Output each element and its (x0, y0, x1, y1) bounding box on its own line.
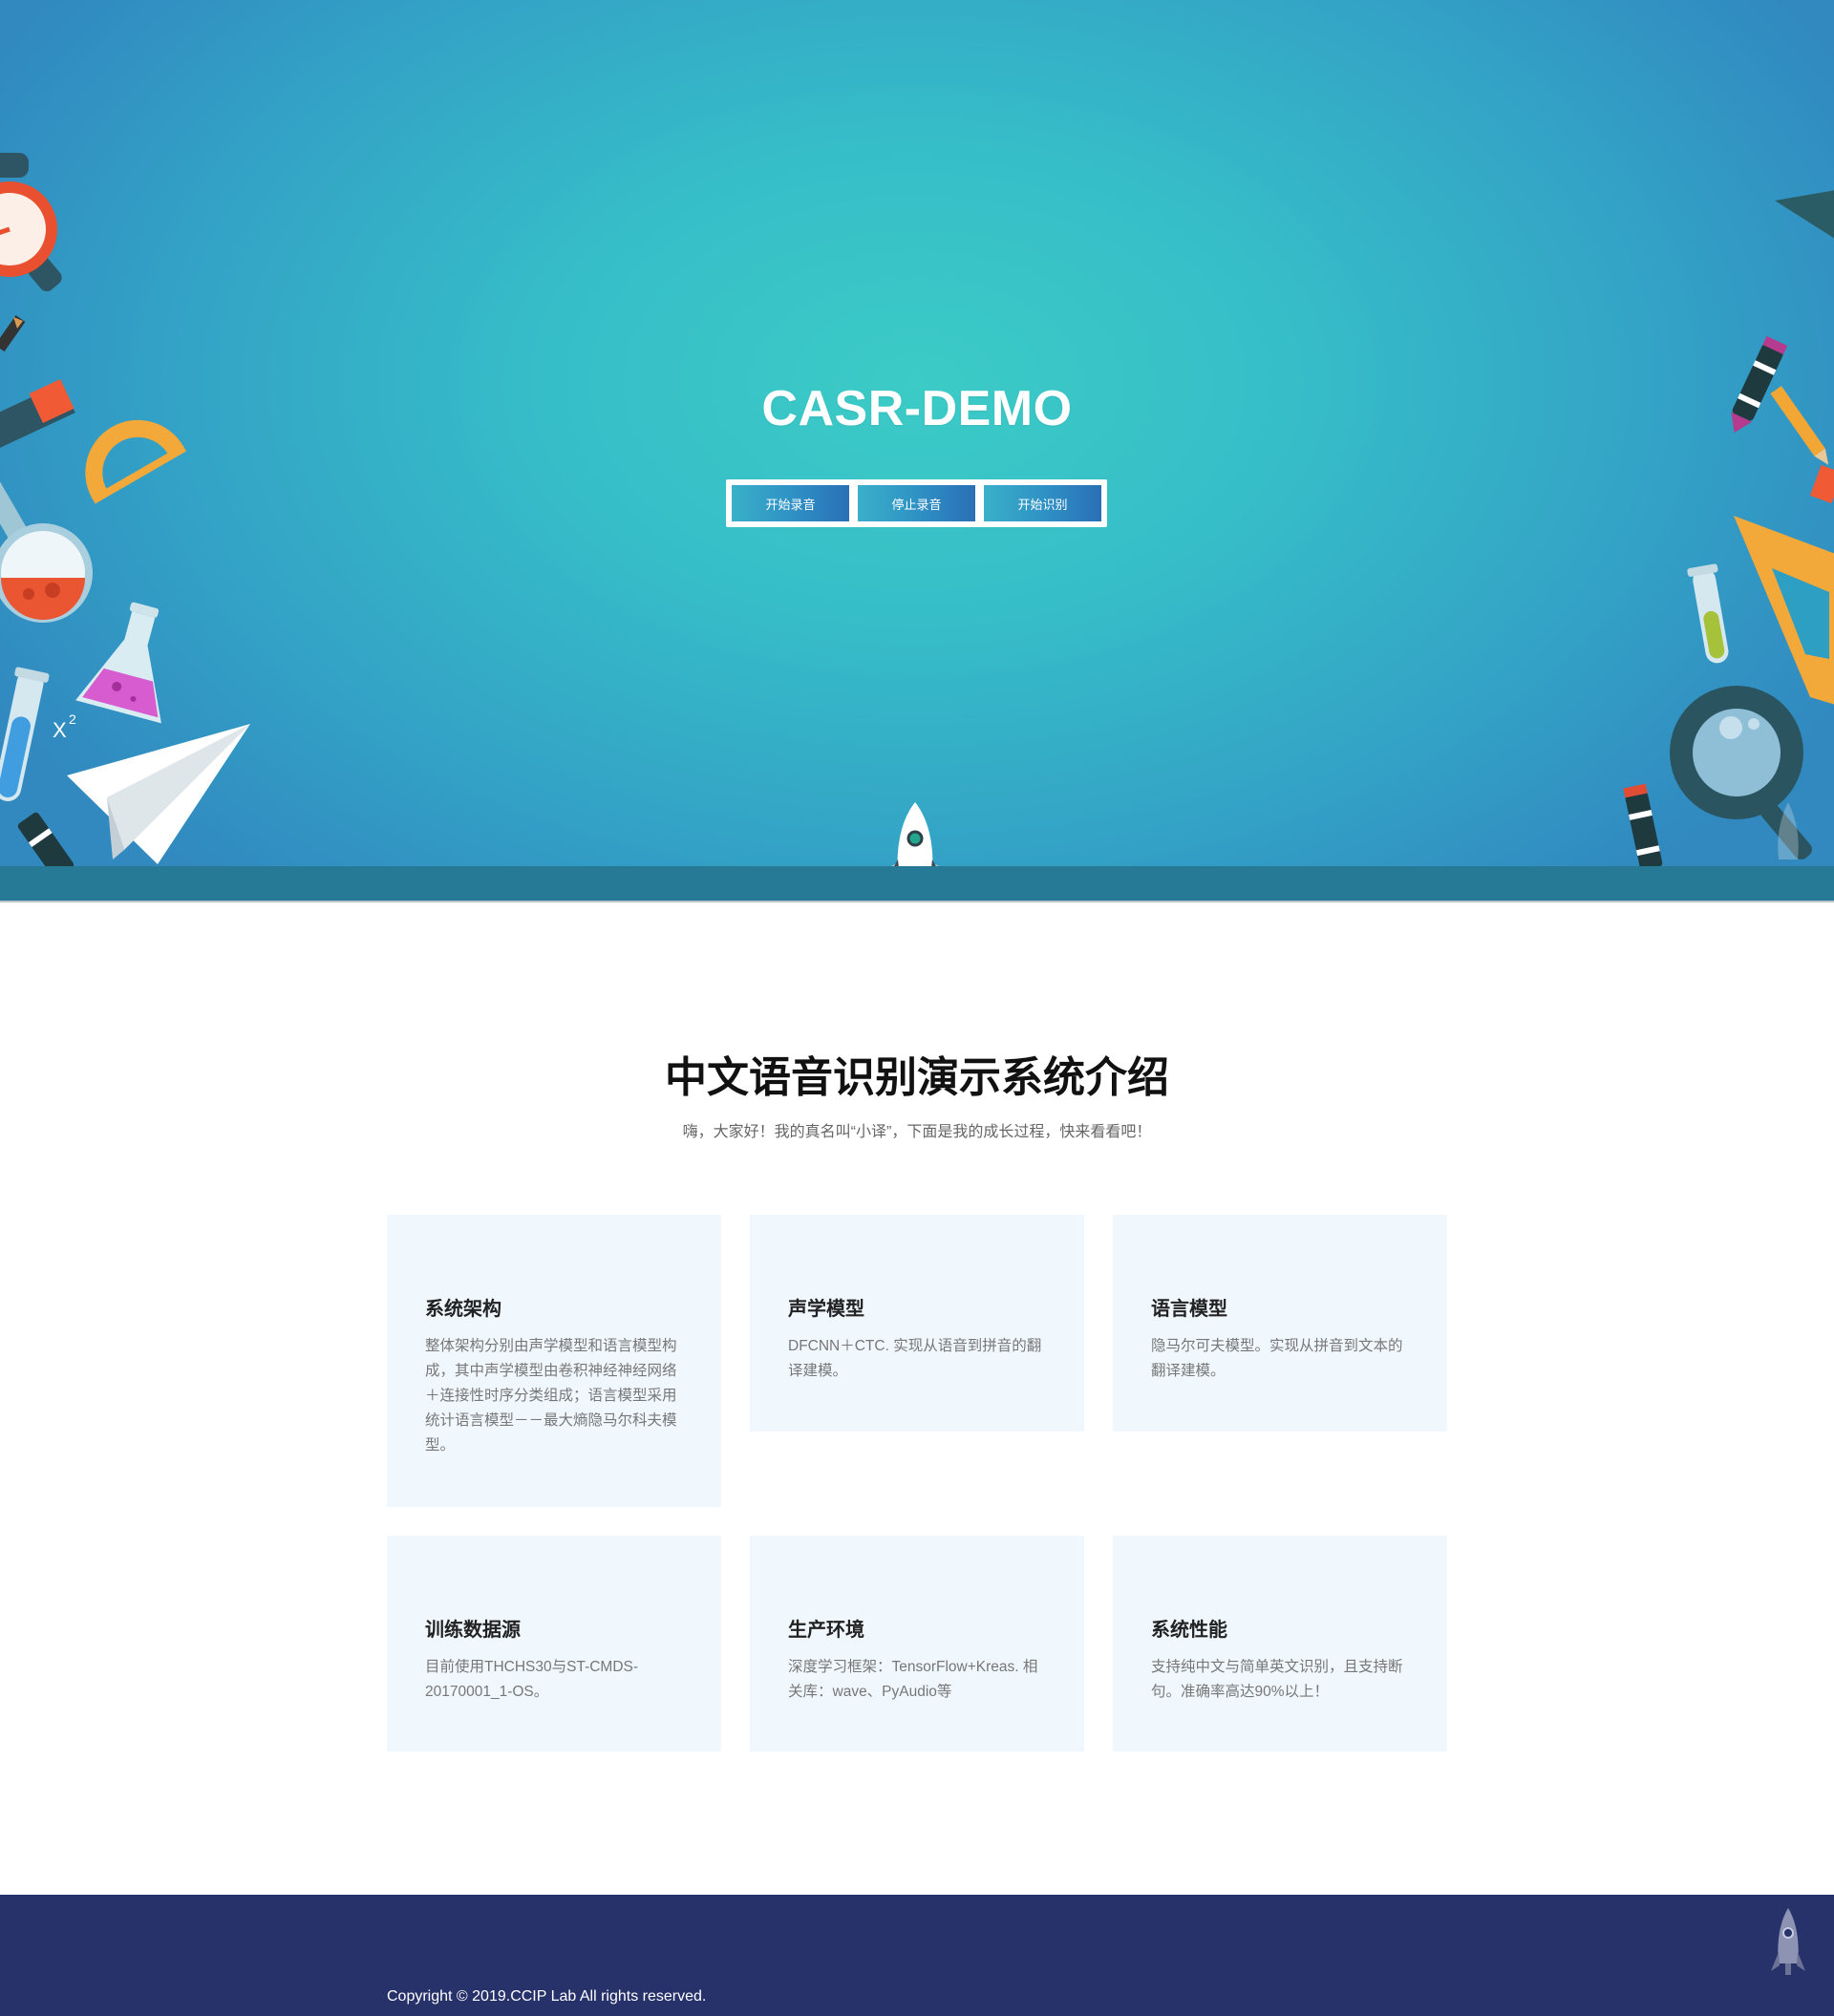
formula-sup-label: 2 (69, 711, 76, 727)
test-tube-right-icon (1687, 563, 1729, 664)
back-to-top-rocket-icon[interactable] (1769, 1904, 1807, 1981)
start-recognize-button[interactable]: 开始识别 (984, 485, 1101, 521)
feature-card-performance: 系统性能 支持纯中文与简单英文识别，且支持断句。准确率高达90%以上！ (1113, 1536, 1447, 1751)
footer: Copyright © 2019.CCIP Lab All rights res… (0, 1895, 1834, 2016)
formula-x-label: X (53, 718, 67, 742)
paper-plane-icon (67, 724, 250, 864)
card-title: 声学模型 (788, 1299, 864, 1320)
triangle-ruler-icon (1734, 516, 1834, 705)
hero-banner: X 2 CASR-DEMO 开始录音 停止录音 开始识别 (0, 0, 1834, 902)
card-description: 整体架构分别由声学模型和语言模型构成，其中声学模型由卷积神经神经网络＋连接性时序… (425, 1338, 677, 1454)
card-title: 语言模型 (1151, 1299, 1227, 1320)
card-description: 支持纯中文与简单英文识别，且支持断句。准确率高达90%以上！ (1151, 1659, 1403, 1700)
test-tube-icon (0, 667, 50, 801)
feature-card-training-data: 训练数据源 目前使用THCHS30与ST-CMDS-20170001_1-OS。 (387, 1536, 721, 1751)
alarm-clock-icon (0, 153, 62, 292)
hero-decoration: X 2 (0, 153, 1834, 902)
conical-flask-icon (75, 602, 161, 724)
hero-divider (0, 901, 1834, 902)
hero-ground (0, 866, 1834, 901)
intro-subtitle: 嗨，大家好！我的真名叫“小译”，下面是我的成长过程，快来看看吧！ (682, 1124, 1152, 1140)
record-control-group: 开始录音 停止录音 开始识别 (726, 479, 1107, 527)
block-icon (1809, 464, 1834, 504)
card-description: 隐马尔可夫模型。实现从拼音到文本的翻译建模。 (1151, 1338, 1403, 1379)
copyright-text: Copyright © 2019.CCIP Lab All rights res… (387, 1988, 707, 2005)
flask-icon (0, 477, 93, 623)
card-title: 系统性能 (1151, 1620, 1227, 1641)
card-description: DFCNN＋CTC. 实现从语音到拼音的翻译建模。 (788, 1338, 1042, 1379)
card-description: 目前使用THCHS30与ST-CMDS-20170001_1-OS。 (425, 1659, 639, 1700)
feature-card-language-model: 语言模型 隐马尔可夫模型。实现从拼音到文本的翻译建模。 (1113, 1215, 1447, 1432)
feature-card-acoustic-model: 声学模型 DFCNN＋CTC. 实现从语音到拼音的翻译建模。 (750, 1215, 1084, 1432)
card-title: 系统架构 (425, 1299, 501, 1320)
intro-title: 中文语音识别演示系统介绍 (665, 1054, 1169, 1101)
card-description: 深度学习框架：TensorFlow+Kreas. 相关库：wave、PyAudi… (788, 1659, 1038, 1700)
card-title: 生产环境 (788, 1620, 864, 1641)
pencil-icon (0, 315, 26, 352)
graduation-cap-icon (1775, 190, 1834, 239)
start-record-button[interactable]: 开始录音 (732, 485, 849, 521)
feature-card-environment: 生产环境 深度学习框架：TensorFlow+Kreas. 相关库：wave、P… (750, 1536, 1084, 1751)
feature-card-architecture: 系统架构 整体架构分别由声学模型和语言模型构成，其中声学模型由卷积神经神经网络＋… (387, 1215, 721, 1507)
card-title: 训练数据源 (425, 1620, 521, 1641)
stop-record-button[interactable]: 停止录音 (858, 485, 975, 521)
hero-title: CASR-DEMO (761, 381, 1073, 436)
